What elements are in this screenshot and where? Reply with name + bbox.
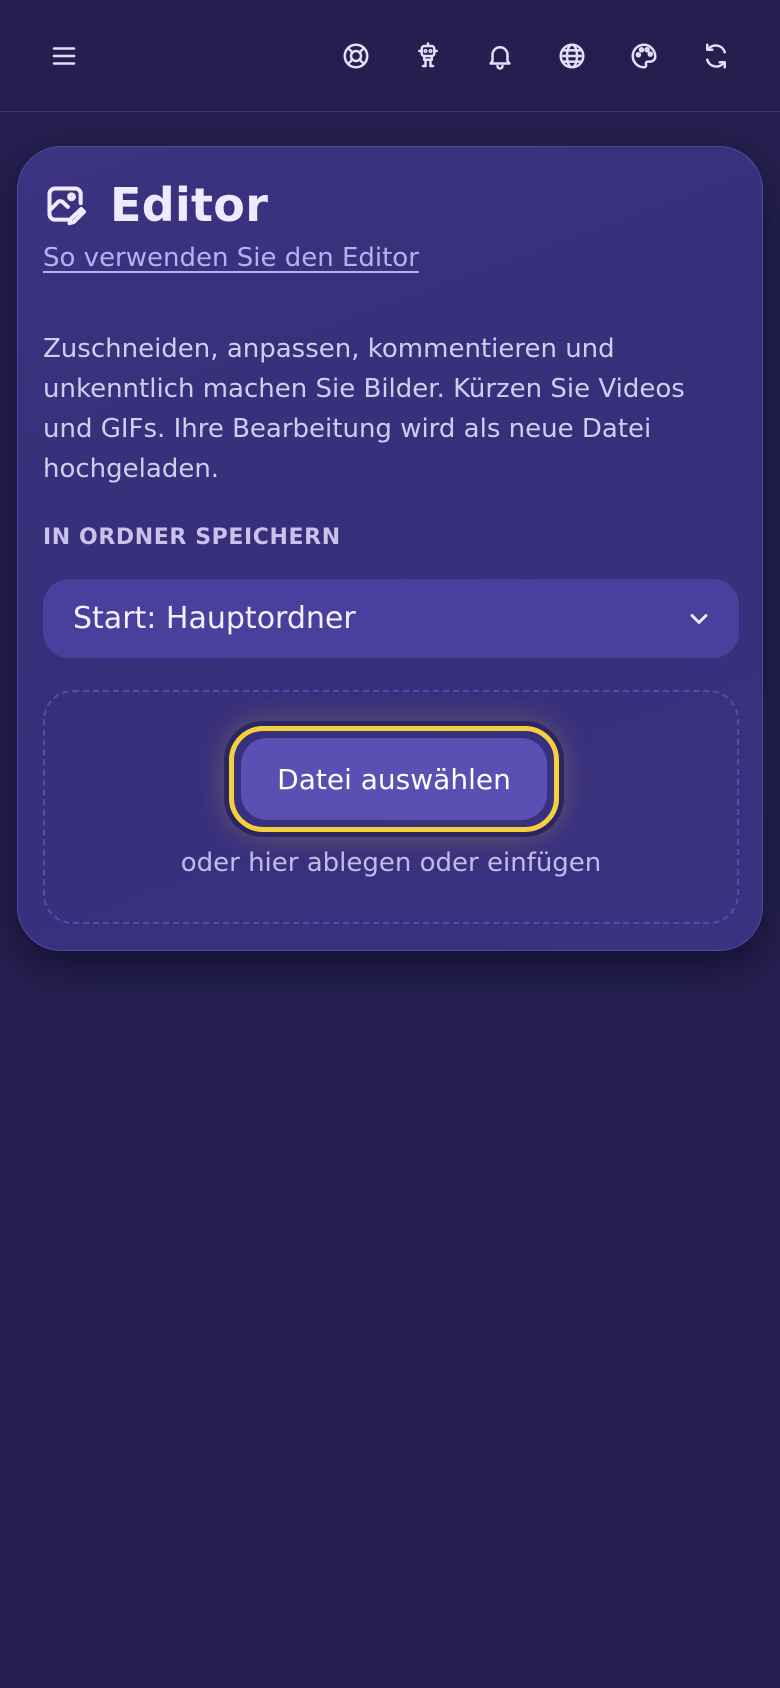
lifebuoy-icon[interactable] — [328, 28, 384, 84]
editor-card: Editor So verwenden Sie den Editor Zusch… — [17, 146, 763, 951]
palette-icon[interactable] — [616, 28, 672, 84]
file-dropzone[interactable]: Datei auswählen oder hier ablegen oder e… — [43, 690, 739, 924]
image-edit-icon — [44, 183, 88, 227]
drop-hint: oder hier ablegen oder einfügen — [180, 848, 602, 878]
folder-section-label: IN ORDNER SPEICHERN — [43, 525, 341, 550]
chevron-down-icon — [685, 605, 713, 633]
choose-file-button[interactable]: Datei auswählen — [241, 738, 547, 820]
folder-select-value: Start: Hauptordner — [73, 601, 356, 636]
folder-select[interactable]: Start: Hauptordner — [43, 579, 739, 658]
bell-icon[interactable] — [472, 28, 528, 84]
top-toolbar — [0, 0, 780, 112]
choose-file-focus-ring: Datei auswählen — [229, 726, 559, 832]
page-title: Editor — [110, 178, 269, 232]
hamburger-menu-icon[interactable] — [36, 28, 92, 84]
editor-help-link[interactable]: So verwenden Sie den Editor — [43, 243, 419, 273]
robot-icon[interactable] — [400, 28, 456, 84]
editor-header: Editor — [44, 175, 268, 235]
editor-description: Zuschneiden, anpassen, kommentieren und … — [43, 334, 685, 484]
refresh-icon[interactable] — [688, 28, 744, 84]
globe-icon[interactable] — [544, 28, 600, 84]
